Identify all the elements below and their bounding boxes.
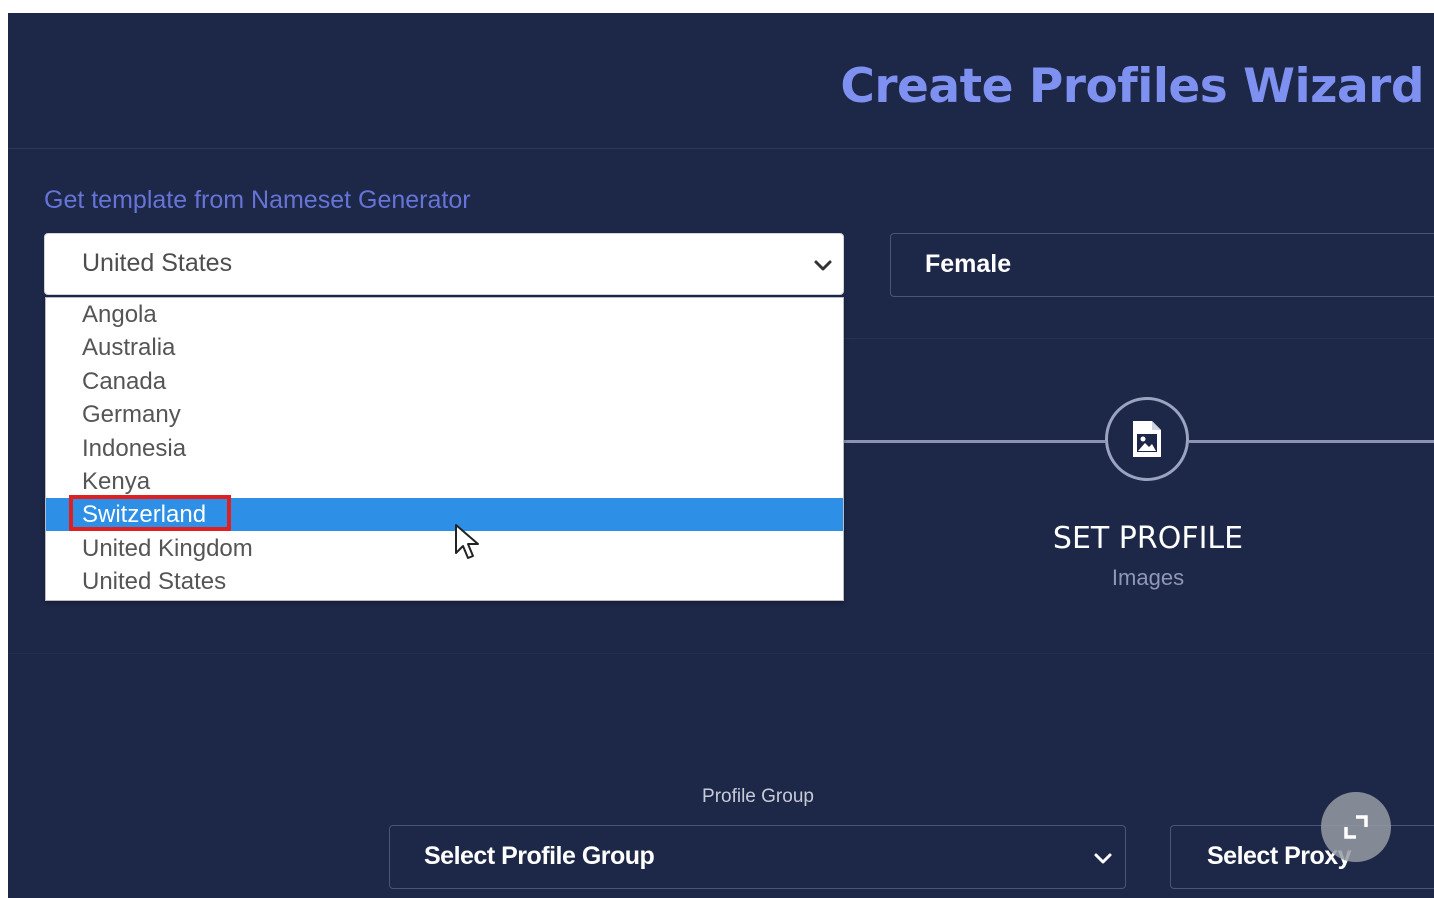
country-option[interactable]: United States xyxy=(46,565,843,598)
country-select[interactable]: United States xyxy=(44,233,844,295)
section-divider xyxy=(844,338,1434,339)
country-option[interactable]: Angola xyxy=(46,298,843,331)
gender-select[interactable]: Female xyxy=(890,233,1434,297)
step-indicator[interactable] xyxy=(1105,397,1189,481)
fullscreen-icon xyxy=(1344,815,1368,839)
header-divider xyxy=(8,148,1434,149)
country-dropdown-list: Angola Australia Canada Germany Indonesi… xyxy=(45,297,844,601)
fullscreen-button[interactable] xyxy=(1321,792,1391,862)
section-divider-2 xyxy=(8,653,1434,654)
step-subtitle: Images xyxy=(1111,565,1185,590)
profile-group-label: Profile Group xyxy=(702,786,814,807)
country-option[interactable]: United Kingdom xyxy=(46,532,843,565)
country-select-value: United States xyxy=(82,249,233,277)
app-window: Create Profiles Wizard Get template from… xyxy=(8,13,1434,898)
step-connector-right xyxy=(1189,440,1434,443)
gender-select-value: Female xyxy=(925,250,1012,278)
profile-group-select-value: Select Profile Group xyxy=(424,842,655,870)
chevron-down-icon xyxy=(1094,853,1112,864)
country-option[interactable]: Australia xyxy=(46,331,843,364)
chevron-down-icon xyxy=(814,260,832,271)
highlight-annotation xyxy=(69,495,231,531)
step-title: SET PROFILE xyxy=(1052,521,1244,556)
country-option[interactable]: Indonesia xyxy=(46,432,843,465)
image-file-icon xyxy=(1133,421,1161,457)
page-title: Create Profiles Wizard xyxy=(840,59,1424,114)
country-option-selected[interactable]: Switzerland xyxy=(46,495,843,531)
proxy-select[interactable]: Select Proxy xyxy=(1170,825,1434,889)
profile-group-select[interactable]: Select Profile Group xyxy=(389,825,1126,889)
mouse-pointer-icon xyxy=(455,524,479,559)
template-label: Get template from Nameset Generator xyxy=(44,186,471,214)
country-option[interactable]: Germany xyxy=(46,398,843,431)
country-option[interactable]: Kenya xyxy=(46,465,843,498)
country-option[interactable]: Canada xyxy=(46,365,843,398)
step-connector-left xyxy=(844,440,1105,443)
